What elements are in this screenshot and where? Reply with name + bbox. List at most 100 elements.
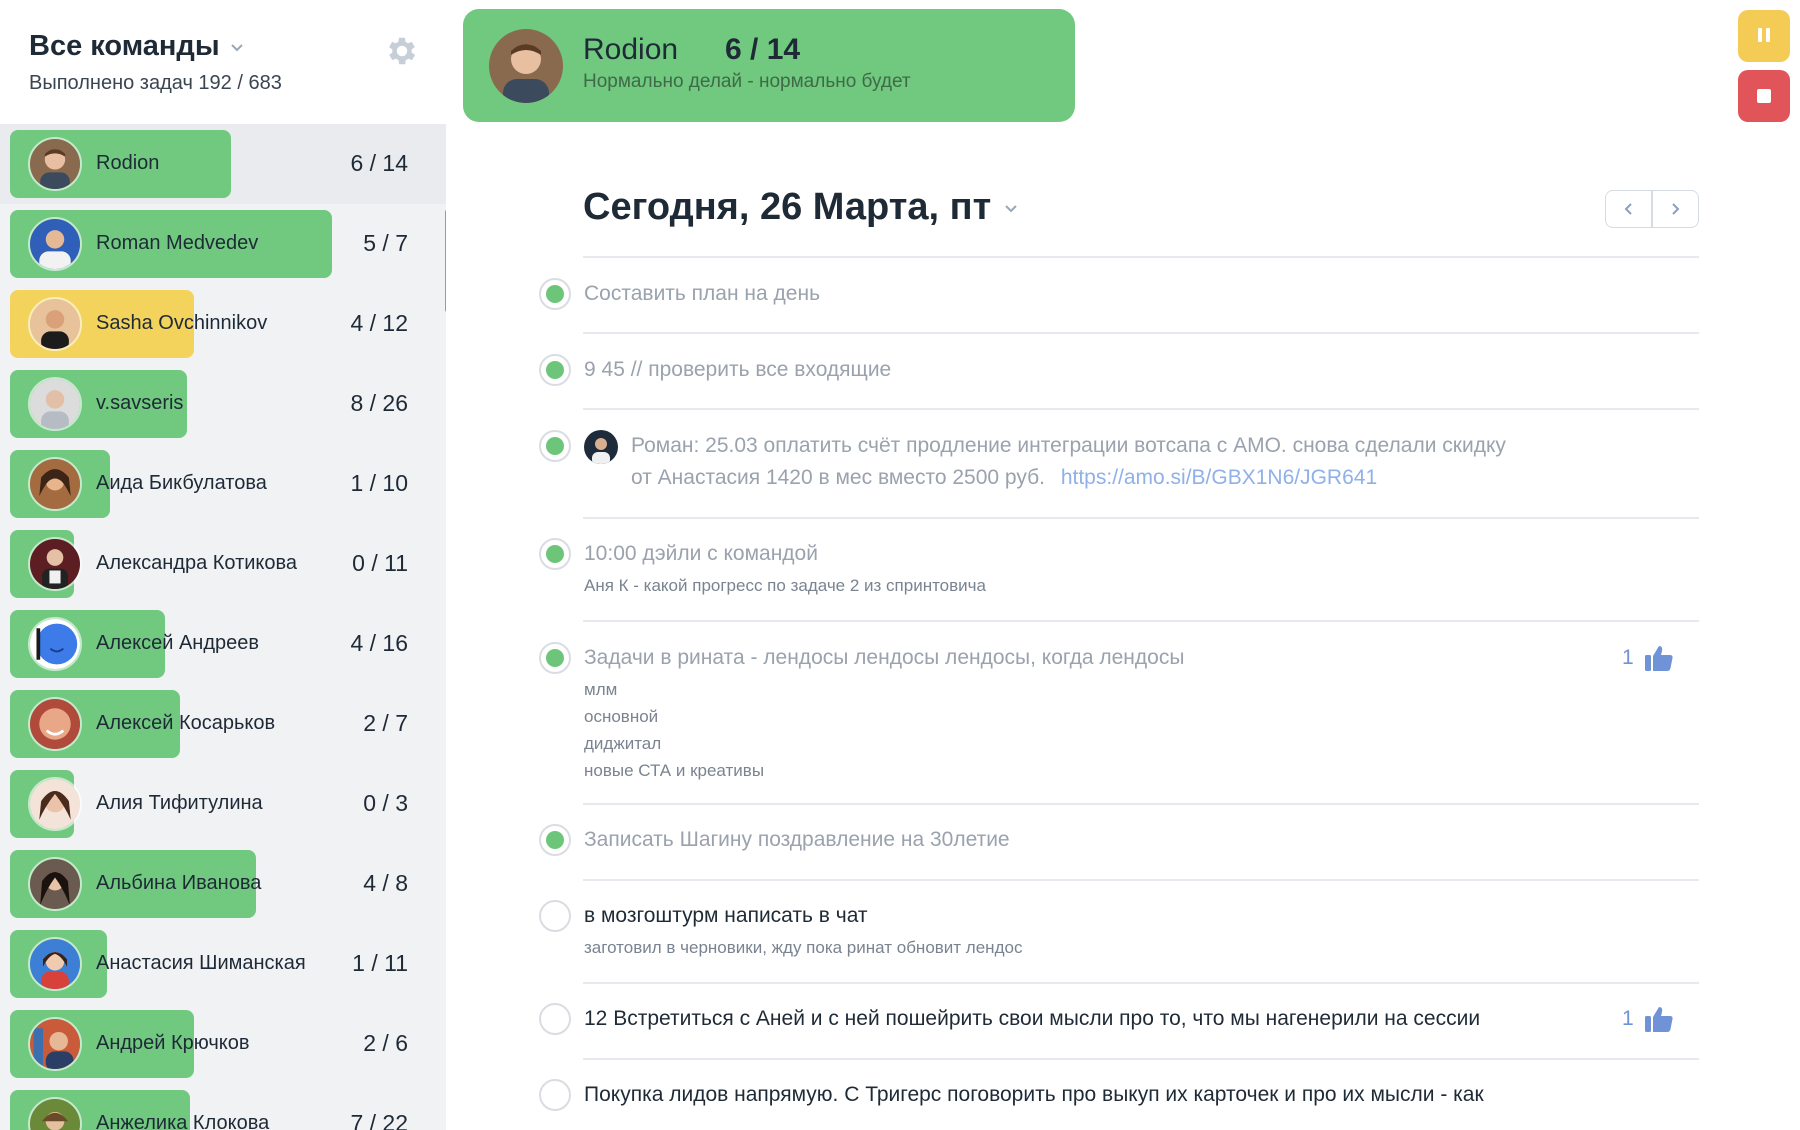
member-name: Roman Medvedev bbox=[96, 232, 259, 254]
task-title[interactable]: 10:00 дэйли с командой bbox=[584, 542, 818, 566]
gear-icon[interactable] bbox=[384, 33, 420, 69]
task-checkbox[interactable] bbox=[539, 538, 571, 570]
member-task-count: 7 / 22 bbox=[350, 1110, 408, 1130]
member-row[interactable]: Альбина Иванова 4 / 8 bbox=[0, 844, 446, 924]
member-motto: Нормально делай - нормально будет bbox=[583, 71, 911, 92]
task-title[interactable]: 9 45 // проверить все входящие bbox=[584, 358, 891, 382]
member-name: Альбина Иванова bbox=[96, 872, 262, 894]
stop-button[interactable] bbox=[1738, 70, 1790, 122]
member-task-count: 4 / 16 bbox=[350, 630, 408, 656]
task-checkbox[interactable] bbox=[539, 900, 571, 932]
task-checkbox[interactable] bbox=[539, 1003, 571, 1035]
task-title[interactable]: Роман: 25.03 оплатить счёт продление инт… bbox=[631, 434, 1506, 458]
task-title[interactable]: 12 Встретиться с Аней и с ней пошейрить … bbox=[584, 1007, 1480, 1031]
task-link[interactable]: https://amo.si/B/GBX1N6/JGR641 bbox=[1061, 466, 1377, 489]
member-name: Анжелика Клокова bbox=[96, 1112, 270, 1130]
member-row[interactable]: Анастасия Шиманская 1 / 11 bbox=[0, 924, 446, 1004]
task-title-continued: от Анастасия 1420 в мес вместо 2500 руб. bbox=[631, 466, 1045, 489]
member-task-count: 0 / 11 bbox=[352, 550, 408, 576]
member-row[interactable]: Sasha Ovchinnikov 4 / 12 bbox=[0, 284, 446, 364]
member-row[interactable]: Александра Котикова 0 / 11 bbox=[0, 524, 446, 604]
avatar bbox=[28, 217, 82, 271]
chevron-right-icon bbox=[1672, 203, 1680, 215]
avatar bbox=[28, 1017, 82, 1071]
member-row[interactable]: v.savseris 8 / 26 bbox=[0, 364, 446, 444]
member-name: Александра Котикова bbox=[96, 552, 298, 574]
task-title-line2: от Анастасия 1420 в мес вместо 2500 руб.… bbox=[631, 466, 1377, 490]
task-title[interactable]: Покупка лидов напрямую. С Тригерс погово… bbox=[584, 1083, 1484, 1107]
member-row[interactable]: Roman Medvedev 5 / 7 bbox=[0, 204, 446, 284]
member-task-count: 8 / 26 bbox=[350, 390, 408, 416]
avatar bbox=[28, 857, 82, 911]
member-row[interactable]: Аида Бикбулатова 1 / 10 bbox=[0, 444, 446, 524]
task-author-avatar bbox=[584, 430, 618, 464]
divider bbox=[583, 803, 1699, 805]
like-count: 1 bbox=[1622, 646, 1634, 669]
like-count: 1 bbox=[1622, 1007, 1634, 1030]
task-checkbox[interactable] bbox=[539, 278, 571, 310]
task-checkbox[interactable] bbox=[539, 354, 571, 386]
scrollbar-thumb[interactable] bbox=[445, 210, 446, 312]
member-name: Алексей Косарьков bbox=[96, 712, 276, 734]
task-title[interactable]: в мозгоштурм написать в чат bbox=[584, 904, 868, 928]
member-row[interactable]: Алия Тифитулина 0 / 3 bbox=[0, 764, 446, 844]
avatar bbox=[28, 537, 82, 591]
thumbs-up-icon bbox=[1644, 646, 1673, 671]
task-title[interactable]: Задачи в рината - лендосы лендосы лендос… bbox=[584, 646, 1184, 670]
member-name: Rodion bbox=[583, 33, 679, 66]
next-day-button[interactable] bbox=[1653, 191, 1698, 227]
divider bbox=[583, 620, 1699, 622]
avatar bbox=[28, 457, 82, 511]
task-note: заготовил в черновики, жду пока ринат об… bbox=[584, 938, 1023, 957]
avatar bbox=[28, 937, 82, 991]
member-name: Анастасия Шиманская bbox=[96, 952, 306, 974]
previous-day-button[interactable] bbox=[1606, 191, 1651, 227]
task-checkbox[interactable] bbox=[539, 642, 571, 674]
member-task-count: 4 / 8 bbox=[363, 870, 408, 896]
member-task-count: 1 / 11 bbox=[352, 950, 408, 976]
chevron-down-icon bbox=[230, 43, 243, 51]
task-title[interactable]: Составить план на день bbox=[584, 282, 820, 306]
tasks-completed-summary: Выполнено задач 192 / 683 bbox=[29, 72, 282, 94]
member-row[interactable]: Алексей Косарьков 2 / 7 bbox=[0, 684, 446, 764]
divider bbox=[583, 879, 1699, 881]
task-checkbox[interactable] bbox=[539, 430, 571, 462]
member-task-count: 5 / 7 bbox=[363, 230, 408, 256]
like-button[interactable]: 1 bbox=[1622, 644, 1674, 672]
task-checkbox[interactable] bbox=[539, 1079, 571, 1111]
pause-button[interactable] bbox=[1738, 10, 1790, 62]
chevron-left-icon bbox=[1624, 203, 1632, 215]
member-row[interactable]: Алексей Андреев 4 / 16 bbox=[0, 604, 446, 684]
thumbs-up-icon bbox=[1644, 1007, 1673, 1032]
avatar bbox=[28, 377, 82, 431]
avatar bbox=[28, 617, 82, 671]
like-button[interactable]: 1 bbox=[1622, 1005, 1674, 1033]
task-note: новые СТА и креативы bbox=[584, 761, 765, 780]
date-label: Сегодня, 26 Марта, пт bbox=[583, 186, 992, 228]
member-task-count: 0 / 3 bbox=[363, 790, 408, 816]
task-note: основной bbox=[584, 707, 659, 726]
date-selector[interactable]: Сегодня, 26 Марта, пт bbox=[583, 186, 1019, 229]
member-name: Алия Тифитулина bbox=[96, 792, 263, 814]
current-member-card: Rodion 6 / 14 Нормально делай - нормальн… bbox=[463, 9, 1075, 122]
team-selector[interactable]: Все команды bbox=[29, 30, 244, 63]
member-name: Андрей Крючков bbox=[96, 1032, 250, 1054]
member-name: Rodion bbox=[96, 152, 160, 174]
divider bbox=[583, 982, 1699, 984]
member-task-count: 4 / 12 bbox=[350, 310, 408, 336]
member-name: v.savseris bbox=[96, 392, 184, 414]
member-row[interactable]: Rodion 6 / 14 bbox=[0, 124, 446, 204]
sidebar-header: Все команды Выполнено задач 192 / 683 bbox=[0, 0, 446, 124]
member-task-count: 6 / 14 bbox=[350, 150, 408, 176]
avatar bbox=[489, 29, 563, 103]
chevron-down-icon bbox=[1005, 204, 1017, 212]
divider bbox=[583, 517, 1699, 519]
member-task-count: 2 / 6 bbox=[363, 1030, 408, 1056]
member-row[interactable]: Анжелика Клокова 7 / 22 bbox=[0, 1084, 446, 1130]
task-title[interactable]: Записать Шагину поздравление на 30летие bbox=[584, 828, 1010, 852]
avatar bbox=[28, 137, 82, 191]
date-navigation bbox=[1605, 190, 1699, 228]
task-checkbox[interactable] bbox=[539, 824, 571, 856]
member-row[interactable]: Андрей Крючков 2 / 6 bbox=[0, 1004, 446, 1084]
member-task-count: 1 / 10 bbox=[350, 470, 408, 496]
